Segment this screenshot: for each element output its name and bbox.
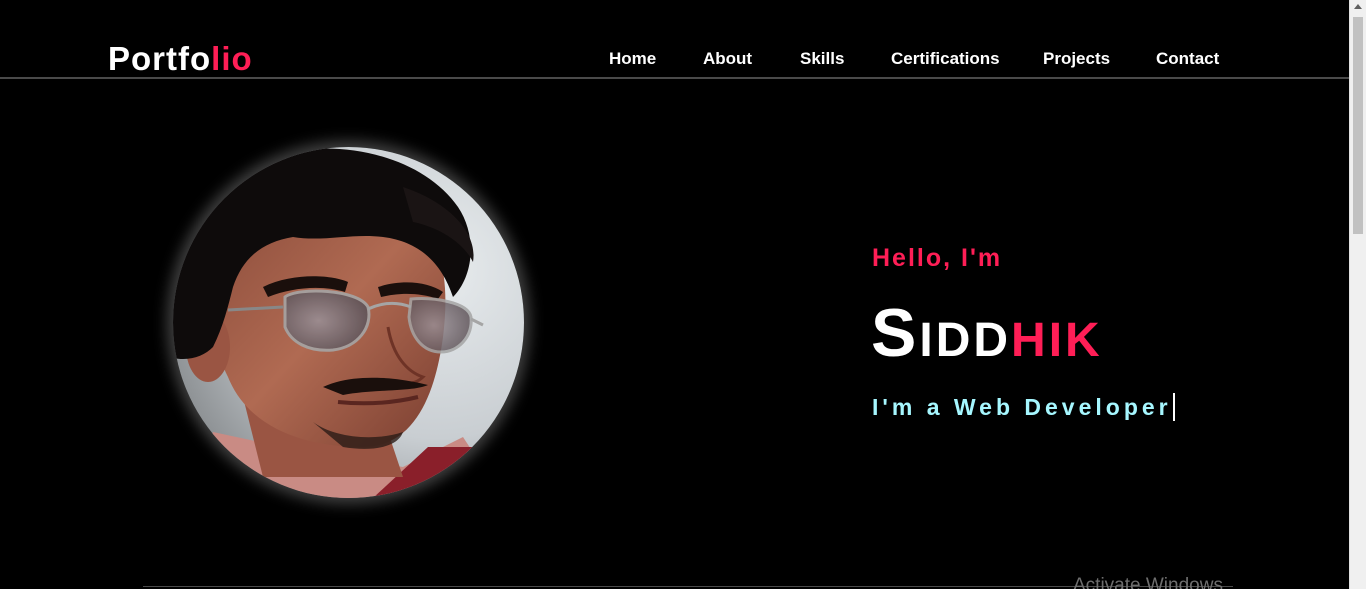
scrollbar-thumb[interactable] xyxy=(1353,17,1363,234)
nav-projects[interactable]: Projects xyxy=(1043,49,1110,69)
nav-menu: Home About Skills Certifications Project… xyxy=(0,49,1349,73)
typing-caret xyxy=(1172,393,1175,421)
hero-role: I'm a Web Developer xyxy=(872,393,1175,421)
hero-greeting: Hello, I'm xyxy=(872,244,1003,272)
nav-about[interactable]: About xyxy=(703,49,752,69)
nav-home[interactable]: Home xyxy=(609,49,656,69)
section-divider xyxy=(143,586,1233,587)
hero-name-accent: hik xyxy=(1011,295,1103,371)
nav-contact[interactable]: Contact xyxy=(1156,49,1219,69)
profile-photo xyxy=(173,147,524,498)
navbar: Portfolio Home About Skills Certificatio… xyxy=(0,0,1349,79)
hero-name-first: Sidd xyxy=(871,295,1012,371)
profile-photo-image xyxy=(173,147,524,498)
hero-name: Siddhik xyxy=(871,297,1103,369)
activate-windows-watermark: Activate Windows xyxy=(1073,575,1223,589)
hero-role-text: I'm a Web Developer xyxy=(872,394,1172,420)
portfolio-page: Portfolio Home About Skills Certificatio… xyxy=(0,0,1366,589)
nav-skills[interactable]: Skills xyxy=(800,49,844,69)
vertical-scrollbar[interactable] xyxy=(1349,0,1366,589)
nav-certifications[interactable]: Certifications xyxy=(891,49,1000,69)
scroll-up-arrow-icon[interactable] xyxy=(1354,4,1362,9)
